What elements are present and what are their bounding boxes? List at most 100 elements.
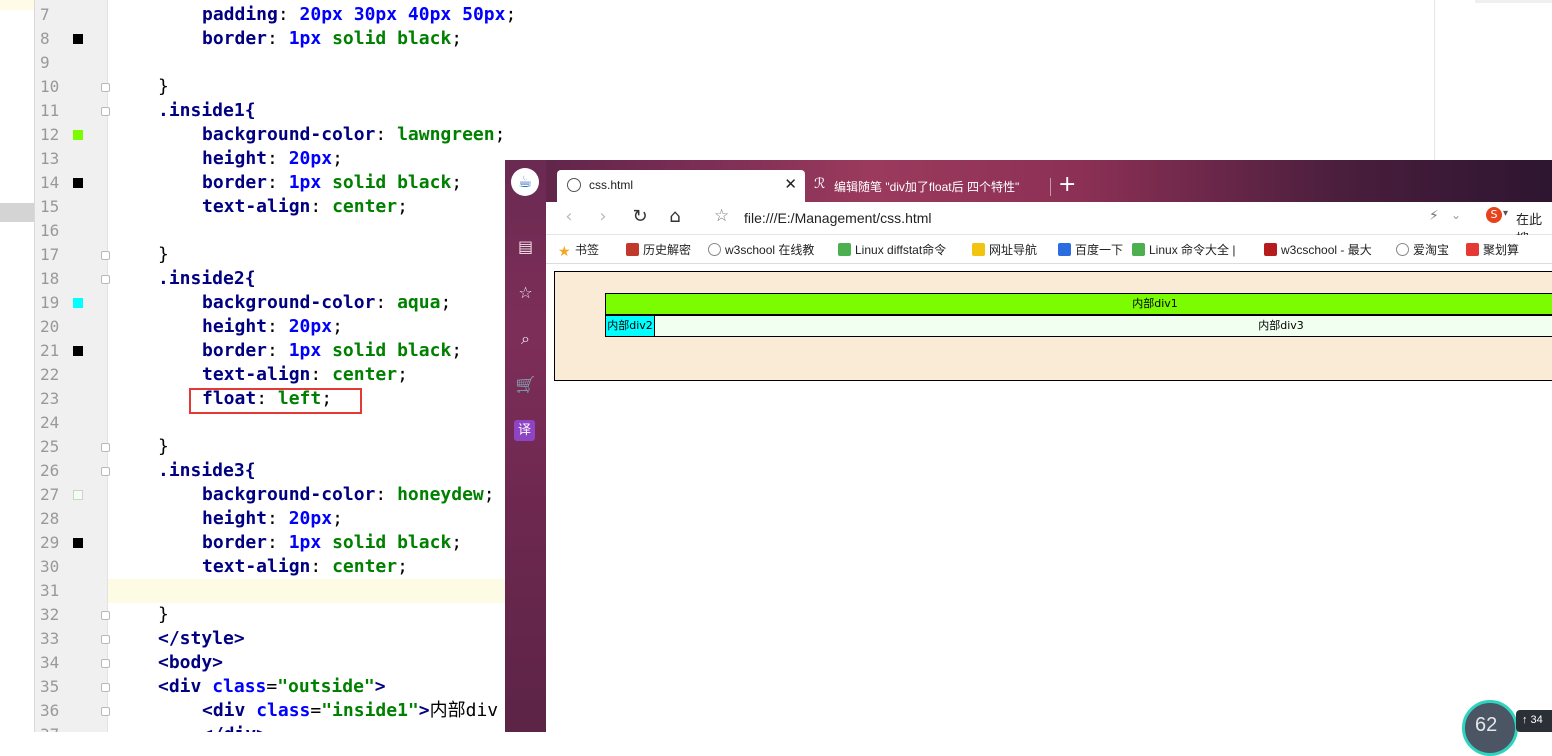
fold-marker-icon[interactable] bbox=[101, 443, 110, 452]
history-icon bbox=[626, 243, 639, 256]
fold-marker-icon[interactable] bbox=[101, 683, 110, 692]
search-engine-icon[interactable]: S bbox=[1486, 207, 1502, 223]
edit-icon: ℛ bbox=[814, 176, 826, 192]
code-token: ; bbox=[451, 532, 463, 553]
tab-title: 编辑随笔 "div加了float后 四个特性" bbox=[834, 180, 1020, 194]
globe-icon bbox=[708, 243, 721, 256]
line-number: 12 bbox=[40, 125, 60, 144]
fold-marker-icon[interactable] bbox=[101, 635, 110, 644]
code-line[interactable]: height: 20px; bbox=[202, 315, 343, 339]
browser-sidebar: ☕ ▤ ☆ ⌕ 🛒 译 bbox=[505, 160, 546, 732]
new-tab-button[interactable]: + bbox=[1058, 172, 1076, 197]
code-line[interactable]: height: 20px; bbox=[202, 147, 343, 171]
code-token: .inside2{ bbox=[158, 268, 256, 289]
fold-marker-icon[interactable] bbox=[101, 251, 110, 260]
code-token: border bbox=[202, 340, 268, 361]
fold-marker-icon[interactable] bbox=[101, 659, 110, 668]
code-line[interactable]: <div class="outside"> bbox=[158, 675, 386, 699]
bookmark-star-icon[interactable]: ☆ bbox=[714, 206, 729, 226]
address-bar[interactable]: file:///E:/Management/css.html bbox=[744, 210, 932, 226]
bookmark-label: Linux 命令大全 | bbox=[1149, 243, 1236, 257]
cart-icon[interactable]: 🛒 bbox=[515, 374, 536, 395]
code-line[interactable]: .inside1{ bbox=[158, 99, 256, 123]
code-line[interactable]: height: 20px; bbox=[202, 507, 343, 531]
code-line[interactable]: background-color: honeydew; bbox=[202, 483, 495, 507]
code-token: ; bbox=[483, 484, 495, 505]
browser-logo-icon[interactable]: ☕ bbox=[511, 168, 539, 196]
forward-button[interactable]: › bbox=[592, 206, 614, 228]
close-icon[interactable]: ✕ bbox=[784, 175, 797, 193]
code-token: center bbox=[332, 556, 398, 577]
code-line[interactable]: text-align: center; bbox=[202, 195, 408, 219]
fold-marker-icon[interactable] bbox=[101, 83, 110, 92]
code-token: solid black bbox=[321, 28, 452, 49]
bookmark-label: 历史解密 bbox=[643, 243, 692, 257]
code-token: height bbox=[202, 316, 268, 337]
code-line[interactable]: } bbox=[158, 243, 169, 267]
code-line[interactable]: } bbox=[158, 435, 169, 459]
line-number: 11 bbox=[40, 101, 60, 120]
code-line[interactable]: .inside3{ bbox=[158, 459, 256, 483]
code-line[interactable]: background-color: lawngreen; bbox=[202, 123, 505, 147]
code-line[interactable]: <body> bbox=[158, 651, 223, 675]
fold-marker-icon[interactable] bbox=[101, 467, 110, 476]
bookmark-item[interactable]: ★ 书签 bbox=[558, 241, 599, 258]
tab-edit-post[interactable]: ℛ 编辑随笔 "div加了float后 四个特性" bbox=[810, 170, 1048, 202]
code-token: ; bbox=[451, 172, 463, 193]
bookmark-item[interactable]: 历史解密 bbox=[626, 241, 691, 258]
bookmark-item[interactable]: Linux 命令大全 | bbox=[1132, 241, 1235, 258]
code-token: : bbox=[267, 508, 289, 529]
fold-marker-icon[interactable] bbox=[101, 707, 110, 716]
code-token: "inside1" bbox=[321, 700, 419, 721]
code-line[interactable]: padding: 20px 30px 40px 50px; bbox=[202, 3, 516, 27]
fold-marker-icon[interactable] bbox=[101, 107, 110, 116]
fold-marker-icon[interactable] bbox=[101, 275, 110, 284]
chevron-down-icon[interactable]: ⌄ bbox=[1451, 208, 1461, 222]
linux-icon bbox=[1132, 243, 1145, 256]
code-line[interactable]: border: 1px solid black; bbox=[202, 339, 462, 363]
code-line[interactable]: .inside2{ bbox=[158, 267, 256, 291]
bookmark-item[interactable]: 聚划算 bbox=[1466, 241, 1519, 258]
color-swatch-icon bbox=[73, 538, 83, 548]
code-line[interactable]: border: 1px solid black; bbox=[202, 531, 462, 555]
code-line[interactable]: <div class="inside1">内部div bbox=[202, 699, 498, 723]
code-line[interactable]: text-align: center; bbox=[202, 363, 408, 387]
color-swatch-icon bbox=[73, 346, 83, 356]
tab-css-html[interactable]: css.html ✕ bbox=[557, 170, 805, 202]
code-line[interactable]: </div> bbox=[202, 723, 267, 732]
bookmark-item[interactable]: w3school 在线教 bbox=[708, 241, 814, 258]
inside1-div: 内部div1 bbox=[605, 293, 1552, 315]
code-token: border bbox=[202, 532, 268, 553]
code-line[interactable]: background-color: aqua; bbox=[202, 291, 451, 315]
code-token: = bbox=[310, 700, 322, 721]
translate-icon[interactable]: 译 bbox=[514, 420, 535, 441]
fold-marker-icon[interactable] bbox=[101, 611, 110, 620]
back-button[interactable]: ‹ bbox=[558, 206, 580, 228]
code-token: } bbox=[158, 76, 169, 97]
inside3-div: 内部div3 bbox=[605, 315, 1552, 337]
code-line[interactable]: text-align: center; bbox=[202, 555, 408, 579]
home-button[interactable]: ⌂ bbox=[664, 206, 686, 228]
speed-mode-icon[interactable]: ⚡ bbox=[1429, 208, 1439, 224]
code-line[interactable]: border: 1px solid black; bbox=[202, 171, 462, 195]
color-swatch-icon bbox=[73, 490, 83, 500]
search-icon[interactable]: ⌕ bbox=[515, 328, 536, 349]
code-line[interactable]: } bbox=[158, 603, 169, 627]
line-number: 20 bbox=[40, 317, 60, 336]
bookmark-item[interactable]: 百度一下 bbox=[1058, 241, 1123, 258]
bookmark-item[interactable]: 爱淘宝 bbox=[1396, 241, 1449, 258]
bookmark-item[interactable]: 网址导航 bbox=[972, 241, 1037, 258]
bookmark-item[interactable]: w3cschool - 最大 bbox=[1264, 241, 1372, 258]
bookmark-label: w3cschool - 最大 bbox=[1281, 243, 1372, 257]
code-line[interactable]: } bbox=[158, 75, 169, 99]
favorites-star-icon[interactable]: ☆ bbox=[515, 282, 536, 303]
caret-down-icon[interactable]: ▾ bbox=[1503, 208, 1508, 219]
news-icon[interactable]: ▤ bbox=[515, 236, 536, 257]
line-number: 15 bbox=[40, 197, 60, 216]
code-line[interactable]: </style> bbox=[158, 627, 245, 651]
browser-window[interactable]: ☕ ▤ ☆ ⌕ 🛒 译 css.html ✕ ℛ 编辑随笔 "div加了floa… bbox=[505, 160, 1552, 732]
bookmark-item[interactable]: Linux diffstat命令 bbox=[838, 241, 946, 258]
reload-button[interactable]: ↻ bbox=[629, 206, 651, 228]
code-token: center bbox=[332, 196, 398, 217]
code-line[interactable]: border: 1px solid black; bbox=[202, 27, 462, 51]
